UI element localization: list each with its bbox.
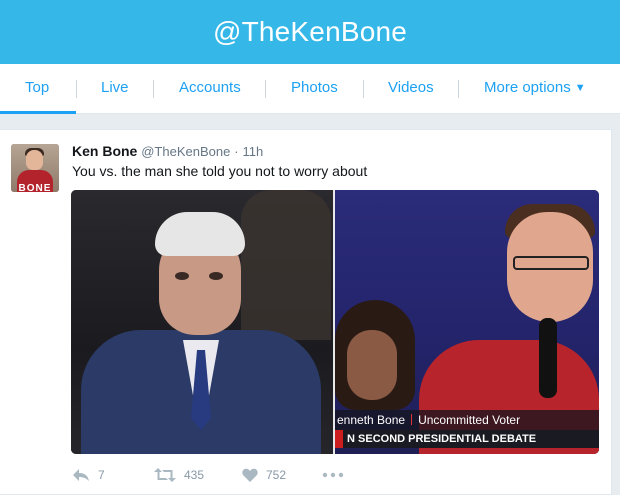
- reply-icon: [73, 469, 89, 481]
- eye-shape: [175, 272, 189, 280]
- tab-live[interactable]: Live: [101, 64, 129, 114]
- retweet-count: 435: [184, 468, 205, 482]
- profile-header: @TheKenBone: [0, 0, 620, 64]
- reply-count: 7: [98, 468, 105, 482]
- glasses-shape: [513, 256, 589, 270]
- chevron-down-icon: ▼: [574, 82, 586, 94]
- caption-role: Uncommitted Voter: [418, 413, 521, 427]
- heart-icon: [242, 468, 258, 482]
- banner-prefix: N: [347, 433, 355, 445]
- retweet-button[interactable]: 435: [154, 468, 204, 482]
- eye-shape: [209, 272, 223, 280]
- debate-banner: N SECOND PRESIDENTIAL DEBATE: [335, 430, 599, 448]
- retweet-icon: [154, 468, 176, 482]
- reply-button[interactable]: 7: [72, 468, 105, 482]
- tab-divider: [363, 80, 364, 98]
- more-options-label: More options: [484, 79, 571, 96]
- tab-photos[interactable]: Photos: [291, 64, 338, 114]
- tab-top[interactable]: Top: [25, 64, 49, 114]
- tweet-card[interactable]: BONE Ken Bone @TheKenBone · 11h You vs. …: [0, 129, 612, 495]
- tab-divider: [76, 80, 77, 98]
- banner-event: SECOND PRESIDENTIAL DEBATE: [358, 433, 537, 445]
- tab-divider: [458, 80, 459, 98]
- tab-divider: [153, 80, 154, 98]
- more-icon: [322, 472, 344, 478]
- avatar-text: BONE: [18, 183, 52, 192]
- author-handle[interactable]: @TheKenBone: [141, 144, 230, 159]
- tab-accounts[interactable]: Accounts: [179, 64, 241, 114]
- banner-chip: [335, 430, 343, 448]
- microphone-shape: [539, 318, 557, 398]
- background-person-face: [347, 330, 397, 400]
- caption-separator: [411, 414, 413, 425]
- media-left-photo: [71, 190, 333, 454]
- tweet-header: Ken Bone @TheKenBone · 11h: [72, 143, 263, 159]
- tab-divider: [265, 80, 266, 98]
- like-count: 752: [266, 468, 287, 482]
- avatar[interactable]: BONE: [11, 144, 59, 192]
- lower-third-caption: enneth Bone Uncommitted Voter: [335, 410, 599, 430]
- media-right-photo: enneth Bone Uncommitted Voter N SECOND PR…: [335, 190, 599, 454]
- header-title: @TheKenBone: [212, 16, 408, 47]
- author-name[interactable]: Ken Bone: [72, 143, 137, 159]
- avatar-face: [26, 150, 43, 170]
- search-tabs: Top Live Accounts Photos Videos More opt…: [0, 64, 620, 114]
- active-tab-indicator: [0, 111, 76, 114]
- hair-shape: [155, 212, 245, 256]
- tweet-timestamp[interactable]: 11h: [242, 144, 263, 159]
- like-button[interactable]: 752: [242, 468, 286, 482]
- tab-videos[interactable]: Videos: [388, 64, 434, 114]
- caption-name: enneth Bone: [337, 413, 406, 427]
- tweet-media[interactable]: enneth Bone Uncommitted Voter N SECOND PR…: [71, 190, 599, 454]
- tweet-text: You vs. the man she told you not to worr…: [72, 163, 368, 179]
- more-button[interactable]: [322, 468, 352, 482]
- tab-more-options[interactable]: More options ▼: [484, 64, 586, 114]
- separator-dot: ·: [234, 144, 239, 159]
- background-figure: [241, 190, 331, 340]
